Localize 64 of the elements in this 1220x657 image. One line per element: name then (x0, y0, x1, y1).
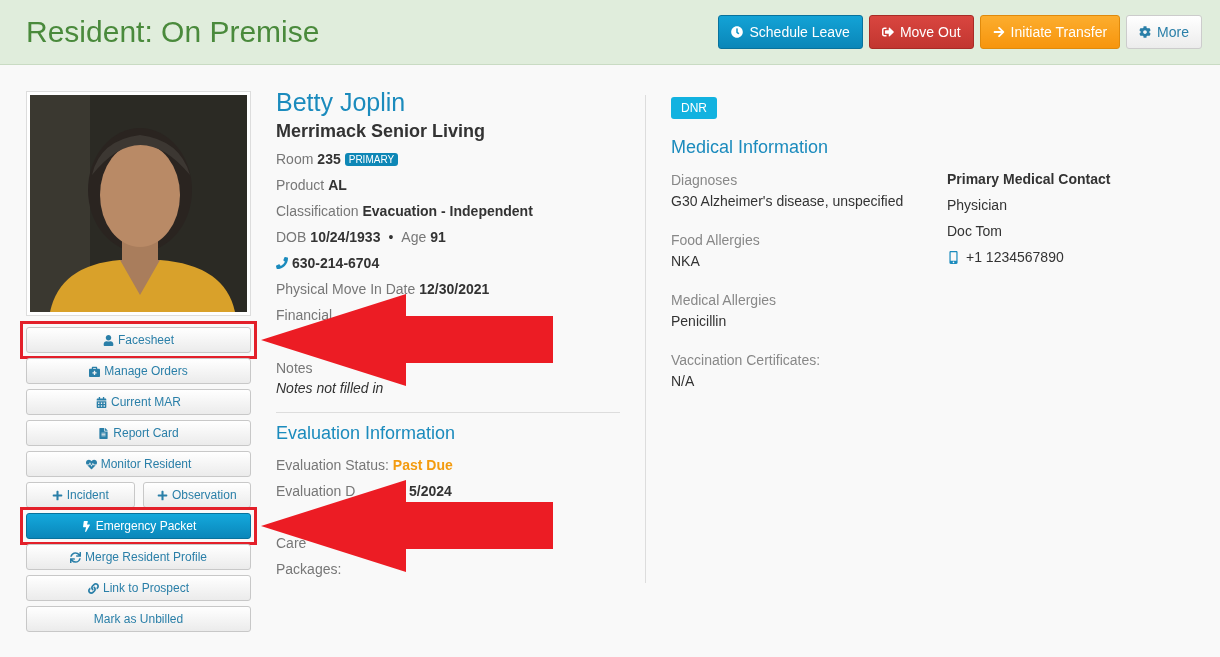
phone-icon (276, 257, 288, 269)
field-label: Vaccination Certificates: (671, 351, 822, 370)
plus-icon (51, 489, 63, 501)
link-icon (87, 582, 99, 594)
info-label: Care (276, 535, 307, 551)
phone-number: 630-214-6704 (292, 255, 380, 271)
dnr-badge: DNR (671, 97, 717, 119)
exit-icon (881, 26, 894, 38)
primary-badge: PRIMARY (344, 152, 399, 166)
medical-case-icon (89, 365, 101, 377)
sidebar-button[interactable]: Manage Orders (26, 358, 251, 384)
header-button[interactable]: More (1126, 15, 1202, 49)
document-icon (98, 427, 110, 439)
section-title: Evaluation Information (276, 423, 457, 444)
info-row-text: Product AL (276, 176, 348, 195)
mobile-phone-icon (947, 250, 960, 264)
section-title: Medical Information (671, 137, 830, 158)
contact-name: Doc Tom (947, 222, 1003, 240)
person-icon (102, 334, 114, 346)
info-row-text: Classification Evacuation - Independent (276, 202, 534, 221)
sidebar-button[interactable]: Merge Resident Profile (26, 544, 251, 570)
sidebar-button[interactable]: Monitor Resident (26, 451, 251, 477)
contact-title: Primary Medical Contact (947, 170, 1111, 188)
arrow-icon (992, 26, 1005, 38)
field-label: Diagnoses (671, 171, 739, 190)
field-value: G30 Alzheimer's disease, unspecified (671, 192, 905, 211)
field-value: NKA (671, 252, 701, 271)
sidebar-button[interactable]: Mark as Unbilled (26, 606, 251, 632)
contact-role: Physician (947, 196, 1008, 214)
page-title: Resident: On Premise (26, 15, 320, 49)
lightning-icon (80, 520, 92, 532)
sidebar-button[interactable]: Observation (142, 482, 251, 508)
info-row-text: Packages: (276, 560, 343, 579)
sidebar-button[interactable]: Link to Prospect (26, 575, 251, 601)
info-row-text: Physical Move In Date 12/30/2021 (276, 280, 491, 299)
calendar-icon (96, 396, 107, 408)
refresh-icon (69, 551, 81, 563)
separator-dot: • (387, 229, 395, 245)
notes-label: Notes (276, 359, 314, 378)
sidebar-button[interactable]: Emergency Packet (26, 513, 251, 539)
header-button[interactable]: Move Out (868, 15, 974, 49)
info-label: Evaluation D (276, 483, 356, 499)
field-label: Food Allergies (671, 231, 761, 250)
info-label: Financial (276, 307, 333, 323)
community-name: Merrimack Senior Living (276, 121, 487, 142)
info-row: Room 235 PRIMARY (276, 146, 620, 172)
field-value: N/A (671, 372, 696, 391)
resident-name: Betty Joplin (276, 88, 407, 117)
info-row-text: DOB 10/24/1933 • Age 91 (276, 228, 447, 247)
sidebar-button[interactable]: Facesheet (26, 327, 251, 353)
heartbeat-icon (85, 458, 97, 470)
field-value: Penicillin (671, 312, 728, 331)
sidebar-button[interactable]: Incident (26, 482, 135, 508)
header-button[interactable]: Schedule Leave (718, 15, 863, 49)
settings-icon (1139, 26, 1152, 38)
notes-text: Notes not filled in (276, 379, 385, 398)
clock-icon (731, 26, 744, 38)
plus-icon (156, 489, 168, 501)
field-label: Medical Allergies (671, 291, 778, 310)
contact-phone: +1 1234567890 (966, 248, 1064, 266)
info-row-text: Evaluation Status: Past Due (276, 456, 454, 475)
sidebar-button[interactable]: Current MAR (26, 389, 251, 415)
info-value: 5/2024 (409, 483, 452, 499)
sidebar-button[interactable]: Report Card (26, 420, 251, 446)
